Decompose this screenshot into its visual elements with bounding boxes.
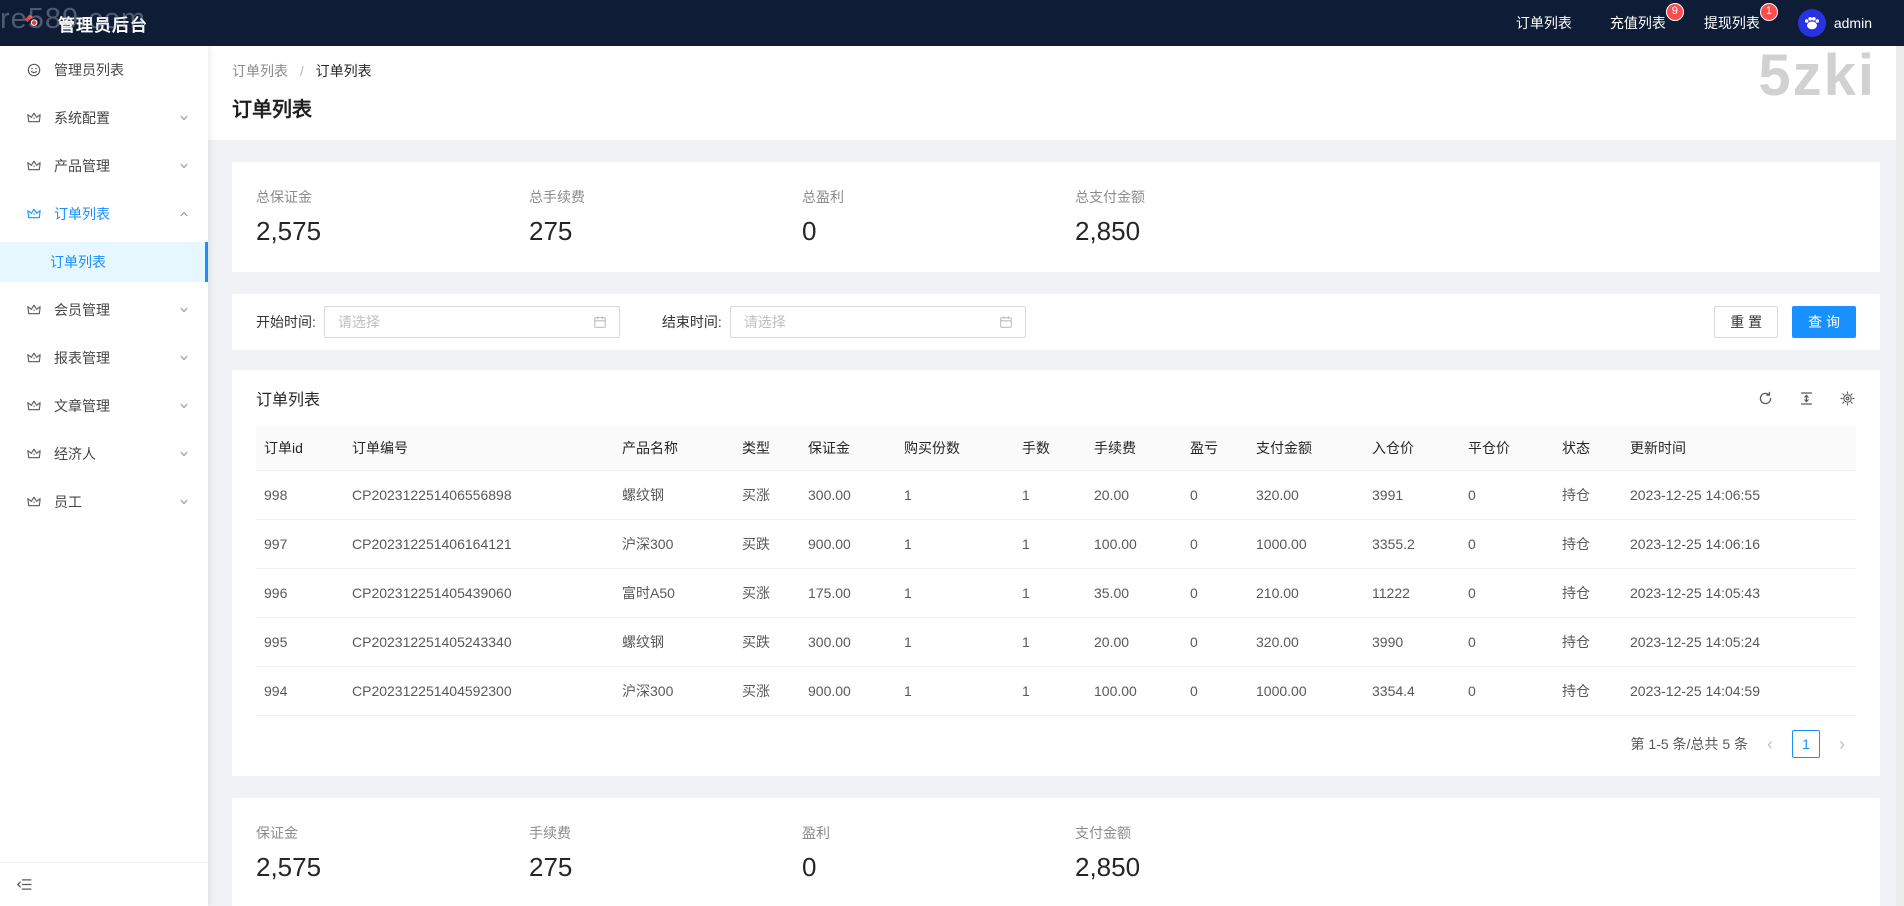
stat-total-margin: 总保证金 2,575 — [256, 189, 322, 246]
order-table-card: 订单列表 订单id 订单编号 产品名称 类型 保证金 购买份数 手数 手续费 盈… — [232, 370, 1880, 776]
end-time-input[interactable] — [741, 313, 998, 331]
sidebar-item-report-mgmt[interactable]: 报表管理 — [0, 334, 208, 382]
table-title: 订单列表 — [256, 392, 321, 409]
brand-title: 管理员后台 — [58, 15, 148, 35]
chevron-up-icon — [180, 212, 188, 216]
sidebar-item-system-config[interactable]: 系统配置 — [0, 94, 208, 142]
smile-icon — [27, 63, 41, 77]
sidebar-item-member-mgmt[interactable]: 会员管理 — [0, 286, 208, 334]
sidebar-item-admin-list[interactable]: 管理员列表 — [0, 46, 208, 94]
paw-icon — [1804, 16, 1819, 30]
chevron-down-icon — [180, 404, 188, 408]
calendar-icon — [594, 315, 606, 328]
start-time-input[interactable] — [335, 313, 592, 331]
table-row[interactable]: 998 CP202312251406556898 螺纹钢 买涨 300.00 1 12… — [256, 470, 1856, 520]
reload-icon[interactable] — [1757, 390, 1774, 407]
avatar — [1797, 9, 1826, 37]
stats-footer-card: 保证金 2,575 手续费 275 盈利 0 支付金额 2,850 — [232, 798, 1880, 906]
reset-button[interactable]: 重 置 — [1714, 306, 1779, 338]
stat-total-paid: 总支付金额 2,850 — [1075, 189, 1145, 246]
user-menu[interactable]: admin — [1797, 9, 1872, 37]
chevron-down-icon — [180, 308, 188, 312]
crown-icon — [27, 352, 41, 363]
content-area: 订单列表 / 订单列表 订单列表 总保证金 2,575 总手续费 275 总盈利 — [208, 46, 1904, 906]
stat-margin: 保证金 2,575 — [256, 825, 322, 882]
table-row[interactable]: 994 CP202312251404592300 沪深300 买涨 900.00 1 … — [256, 666, 1856, 716]
end-time-label: 结束时间: — [661, 314, 722, 330]
brand[interactable]: 管理员后台 — [18, 8, 148, 38]
page-title: 订单列表 — [232, 99, 312, 121]
sidebar-item-staff[interactable]: 员工 — [0, 478, 208, 526]
crown-icon — [27, 448, 41, 459]
start-time-picker[interactable] — [323, 306, 620, 338]
page-header: 订单列表 / 订单列表 订单列表 — [208, 46, 1904, 140]
breadcrumb: 订单列表 / 订单列表 — [232, 61, 1880, 81]
orders-table: 订单id 订单编号 产品名称 类型 保证金 购买份数 手数 手续费 盈亏 支付金… — [256, 426, 1856, 716]
pagination-summary: 第 1-5 条/总共 5 条 — [1630, 736, 1748, 752]
table-header-row: 订单id 订单编号 产品名称 类型 保证金 购买份数 手数 手续费 盈亏 支付金… — [256, 426, 1856, 471]
sidebar: 管理员列表 系统配置 产品管理 订单列表 订单列表 会员管理 报表管理 文章管理… — [0, 46, 208, 906]
stats-summary-card: 总保证金 2,575 总手续费 275 总盈利 0 总支付金额 2,850 — [232, 162, 1880, 272]
sidebar-item-order-list[interactable]: 订单列表 — [0, 190, 208, 238]
breadcrumb-parent[interactable]: 订单列表 — [232, 63, 288, 79]
pagination: 第 1-5 条/总共 5 条 ‹ 1 › — [256, 730, 1856, 758]
sidebar-item-article-mgmt[interactable]: 文章管理 — [0, 382, 208, 430]
chevron-down-icon — [180, 500, 188, 504]
prev-page-button[interactable]: ‹ — [1756, 730, 1784, 758]
table-row[interactable]: 996 CP202312251405439060 富时A50 买涨 175.00 1 … — [256, 568, 1856, 618]
chevron-down-icon — [180, 164, 188, 168]
chevron-down-icon — [180, 452, 188, 456]
crown-icon — [27, 112, 41, 123]
stat-paid: 支付金额 2,850 — [1075, 825, 1141, 882]
sidebar-collapse-trigger[interactable] — [0, 862, 208, 906]
stat-profit: 盈利 0 — [802, 825, 830, 882]
crown-icon — [27, 400, 41, 411]
menu-fold-icon — [17, 879, 32, 890]
nav-withdraw-list[interactable]: 提现列表 1 — [1704, 4, 1777, 33]
crown-icon — [27, 208, 41, 219]
app-logo-icon — [22, 12, 44, 34]
sidebar-item-product-mgmt[interactable]: 产品管理 — [0, 142, 208, 190]
stat-total-fee: 总手续费 275 — [529, 189, 585, 246]
chevron-down-icon — [180, 356, 188, 360]
breadcrumb-current: 订单列表 — [315, 63, 372, 79]
table-row[interactable]: 997 CP202312251406164121 沪深300 买跌 900.00 1 … — [256, 519, 1856, 569]
next-page-button[interactable]: › — [1828, 730, 1856, 758]
page-scrollbar[interactable] — [1896, 46, 1904, 906]
username: admin — [1833, 15, 1872, 31]
search-button[interactable]: 查 询 — [1792, 306, 1856, 338]
stat-fee: 手续费 275 — [529, 825, 573, 882]
sidebar-item-broker[interactable]: 经济人 — [0, 430, 208, 478]
withdraw-badge: 1 — [1760, 4, 1777, 20]
column-settings-gear-icon[interactable] — [1839, 390, 1856, 407]
crown-icon — [27, 160, 41, 171]
start-time-label: 开始时间: — [256, 314, 316, 330]
density-icon[interactable] — [1798, 390, 1815, 407]
chevron-down-icon — [180, 116, 188, 120]
sidebar-subitem-order-list[interactable]: 订单列表 — [0, 242, 208, 282]
nav-order-list[interactable]: 订单列表 — [1516, 13, 1572, 33]
crown-icon — [27, 496, 41, 507]
crown-icon — [27, 304, 41, 315]
table-row[interactable]: 995 CP202312251405243340 螺纹钢 买跌 300.00 1 12… — [256, 617, 1856, 667]
stat-total-profit: 总盈利 0 — [802, 189, 844, 246]
end-time-picker[interactable] — [729, 306, 1026, 338]
breadcrumb-separator: / — [299, 63, 304, 79]
nav-recharge-list[interactable]: 充值列表 9 — [1610, 4, 1683, 33]
page-body: 总保证金 2,575 总手续费 275 总盈利 0 总支付金额 2,850 开始… — [208, 140, 1904, 906]
filter-bar: 开始时间: 结束时间: 重 置 查 询 — [232, 294, 1880, 350]
header-nav: 订单列表 充值列表 9 提现列表 1 admin — [1516, 4, 1872, 37]
calendar-icon — [999, 315, 1012, 328]
recharge-badge: 9 — [1666, 4, 1683, 20]
top-header: 管理员后台 订单列表 充值列表 9 提现列表 1 admin — [0, 0, 1904, 46]
current-page-button[interactable]: 1 — [1792, 730, 1820, 758]
